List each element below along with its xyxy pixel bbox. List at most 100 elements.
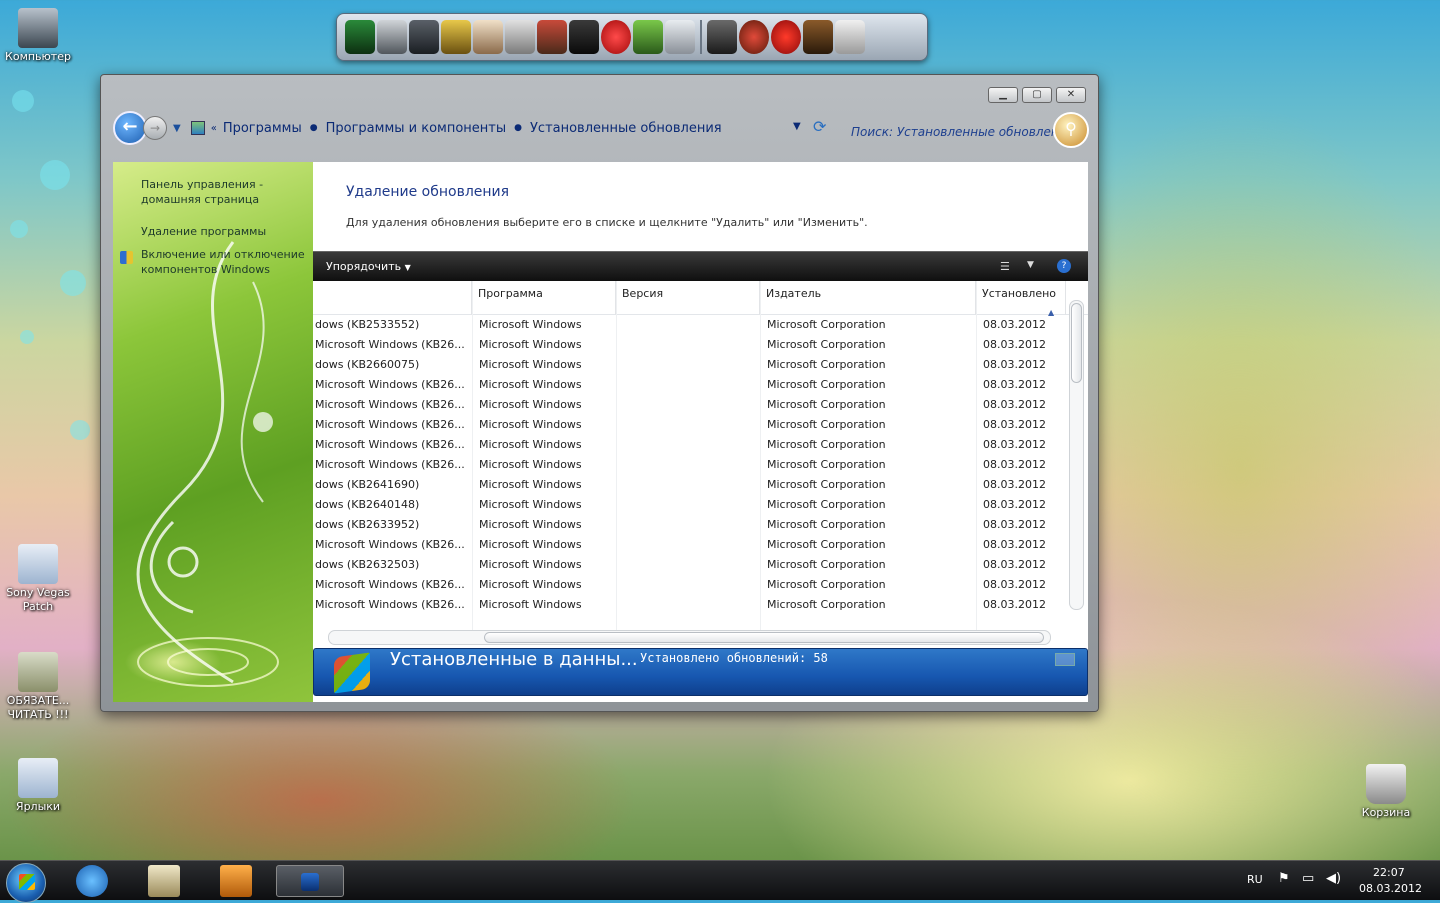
breadcrumb-item-programs[interactable]: Программы [223, 121, 302, 136]
desktop-icon-computer[interactable]: Компьютер [0, 8, 76, 64]
help-icon[interactable]: ? [1057, 259, 1071, 273]
back-button[interactable]: ← [113, 111, 147, 145]
table-row[interactable]: dows (KB2641690) Microsoft Windows Microso… [313, 475, 1065, 495]
column-header-version[interactable]: Версия [616, 281, 760, 315]
table-row[interactable]: Microsoft Windows (KB26... Microsoft Wind… [313, 395, 1065, 415]
explorer-icon[interactable] [148, 865, 180, 897]
mouse-icon[interactable] [665, 20, 695, 54]
sidebar-item-control-panel-home[interactable]: Панель управления - домашняя страница [141, 177, 306, 207]
desktop-icon-label: ОБЯЗАТЕ... ЧИТАТЬ !!! [6, 694, 70, 721]
table-row[interactable]: Microsoft Windows (KB26... Microsoft Wind… [313, 435, 1065, 455]
table-row[interactable]: dows (KB2633952) Microsoft Windows Microso… [313, 515, 1065, 535]
view-dropdown-icon[interactable]: ▼ [1027, 260, 1034, 270]
cell-name: Microsoft Windows (KB26... [315, 578, 465, 591]
main-content: Удаление обновления Для удаления обновле… [313, 162, 1088, 702]
disc-icon[interactable] [739, 20, 769, 54]
address-dropdown-icon[interactable]: ▼ [793, 121, 801, 132]
breadcrumb-item-installed-updates[interactable]: Установленные обновления [530, 121, 722, 136]
table-row[interactable]: dows (KB2533552) Microsoft Windows Microso… [313, 315, 1065, 335]
table-row[interactable]: Microsoft Windows (KB26... Microsoft Wind… [313, 415, 1065, 435]
table-row[interactable]: dows (KB2660075) Microsoft Windows Microso… [313, 355, 1065, 375]
table-row[interactable]: Microsoft Windows (KB26... Microsoft Wind… [313, 375, 1065, 395]
volume-icon[interactable]: ◀) [1326, 871, 1341, 886]
internet-explorer-icon[interactable] [76, 865, 108, 897]
column-header-publisher[interactable]: Издатель [760, 281, 976, 315]
view-icon[interactable]: ☰ [1000, 260, 1010, 273]
updates-count: Установлено обновлений: 58 [640, 651, 828, 665]
skype-icon[interactable] [633, 20, 663, 54]
photos-icon[interactable] [473, 20, 503, 54]
network-icon[interactable]: ▭ [1302, 871, 1314, 886]
media-player-icon[interactable] [220, 865, 252, 897]
table-row[interactable]: dows (KB2640148) Microsoft Windows Microso… [313, 495, 1065, 515]
start-button[interactable] [6, 863, 46, 903]
house-icon[interactable] [537, 20, 567, 54]
table-row[interactable]: dows (KB2632503) Microsoft Windows Microso… [313, 555, 1065, 575]
monitor-icon[interactable] [345, 20, 375, 54]
clock-time[interactable]: 22:07 [1373, 866, 1405, 879]
vertical-scrollbar-thumb[interactable] [1071, 303, 1082, 383]
car-icon[interactable] [441, 20, 471, 54]
ccleaner-icon[interactable] [771, 20, 801, 54]
breadcrumb-separator-icon[interactable]: ● [514, 123, 522, 133]
desktop-icon-shortcuts[interactable]: Ярлыки [0, 758, 76, 814]
cell-program: Microsoft Windows [479, 398, 582, 411]
horizontal-scrollbar[interactable] [328, 630, 1051, 645]
cell-name: dows (KB2641690) [315, 478, 420, 491]
desktop-icon-label: Корзина [1361, 806, 1411, 819]
breadcrumb: « Программы ● Программы и компоненты ● У… [211, 121, 722, 136]
sidebar-item-windows-features[interactable]: Включение или отключение компонентов Win… [141, 247, 306, 277]
maximize-button[interactable]: ▢ [1022, 87, 1052, 103]
close-button[interactable]: ✕ [1056, 87, 1086, 103]
camera-icon[interactable] [707, 20, 737, 54]
bag-icon[interactable] [569, 20, 599, 54]
forward-button[interactable]: → [143, 116, 167, 140]
taskbar-item-control-panel[interactable] [276, 865, 344, 897]
minimize-button[interactable]: ▁ [988, 87, 1018, 103]
recent-pages-dropdown[interactable]: ▼ [173, 123, 181, 134]
cell-publisher: Microsoft Corporation [767, 578, 886, 591]
desktop-icon-read-me[interactable]: ОБЯЗАТЕ... ЧИТАТЬ !!! [0, 652, 76, 722]
clock-date[interactable]: 08.03.2012 [1359, 882, 1422, 895]
desktop-icon-recycle-bin[interactable]: Корзина [1348, 764, 1424, 820]
breadcrumb-separator-icon[interactable]: ● [310, 123, 318, 133]
action-center-flag-icon[interactable]: ⚑ [1278, 871, 1290, 886]
cell-installed: 08.03.2012 [983, 558, 1046, 571]
cell-publisher: Microsoft Corporation [767, 318, 886, 331]
vertical-scrollbar[interactable] [1069, 300, 1084, 610]
sidebar-item-uninstall-program[interactable]: Удаление программы [141, 224, 306, 239]
language-indicator[interactable]: RU [1247, 873, 1263, 886]
breadcrumb-overflow[interactable]: « [211, 123, 217, 134]
search-icon[interactable]: ⚲ [1053, 112, 1089, 148]
shield-icon [120, 251, 133, 264]
column-header-name[interactable] [313, 281, 472, 315]
table-row[interactable]: Microsoft Windows (KB26... Microsoft Wind… [313, 595, 1065, 615]
horizontal-scrollbar-thumb[interactable] [484, 632, 1044, 643]
details-pane-toggle[interactable] [1055, 653, 1075, 666]
folder-icon [18, 544, 58, 584]
trash-icon[interactable] [835, 20, 865, 54]
table-row[interactable]: Microsoft Windows (KB26... Microsoft Wind… [313, 455, 1065, 475]
table-row[interactable]: Microsoft Windows (KB26... Microsoft Wind… [313, 335, 1065, 355]
chest-icon[interactable] [803, 20, 833, 54]
cell-installed: 08.03.2012 [983, 338, 1046, 351]
control-panel-icon [190, 121, 205, 135]
cell-publisher: Microsoft Corporation [767, 518, 886, 531]
cabinet-icon[interactable] [409, 20, 439, 54]
table-row[interactable]: Microsoft Windows (KB26... Microsoft Wind… [313, 535, 1065, 555]
skype-s-icon[interactable] [601, 20, 631, 54]
refresh-icon[interactable]: ⟳ [813, 117, 826, 136]
tools-icon[interactable] [505, 20, 535, 54]
organize-button[interactable]: Упорядочить ▼ [326, 260, 411, 273]
wallpaper-bokeh [20, 330, 34, 344]
pen-icon[interactable] [377, 20, 407, 54]
folder-icon [18, 758, 58, 798]
desktop-icon-sony-vegas-patch[interactable]: Sony Vegas Patch [0, 544, 76, 614]
recycle-bin-icon [1366, 764, 1406, 804]
table-row[interactable]: Microsoft Windows (KB26... Microsoft Wind… [313, 575, 1065, 595]
column-header-program[interactable]: Программа [472, 281, 616, 315]
chevron-down-icon: ▼ [404, 263, 411, 272]
window-controls: ▁ ▢ ✕ [988, 87, 1086, 103]
breadcrumb-item-programs-and-features[interactable]: Программы и компоненты [326, 121, 507, 136]
wallpaper-bokeh [10, 220, 28, 238]
